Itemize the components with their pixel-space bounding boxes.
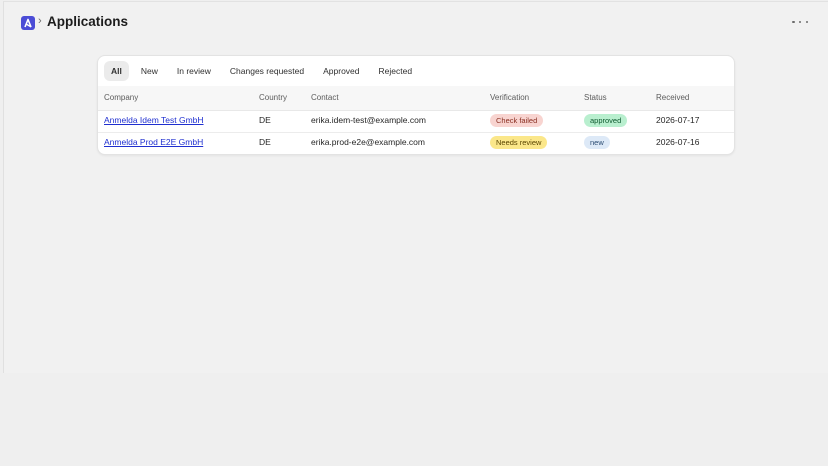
country-cell: DE: [259, 115, 271, 125]
more-horizontal-icon: [792, 20, 795, 24]
app-window: › Applications All New In review Changes…: [3, 1, 828, 374]
tab-in-review[interactable]: In review: [170, 61, 218, 81]
app-logo-icon[interactable]: [21, 16, 35, 30]
table-row[interactable]: Anmelda Prod E2E GmbH DE erika.prod-e2e@…: [98, 132, 734, 154]
verification-badge: Check failed: [490, 114, 544, 127]
status-badge: new: [584, 136, 610, 149]
more-horizontal-icon: [805, 20, 808, 24]
tab-all[interactable]: All: [104, 61, 129, 81]
more-options-button[interactable]: [792, 16, 808, 28]
column-header-country: Country: [259, 93, 288, 102]
company-link[interactable]: Anmelda Idem Test GmbH: [104, 115, 204, 125]
contact-cell: erika.idem-test@example.com: [311, 115, 426, 125]
tab-rejected[interactable]: Rejected: [372, 61, 420, 81]
column-header-received: Received: [656, 93, 690, 102]
company-link[interactable]: Anmelda Prod E2E GmbH: [104, 137, 203, 147]
breadcrumb-separator: ›: [38, 15, 42, 27]
status-filter-tabs: All New In review Changes requested Appr…: [104, 61, 424, 81]
table-row[interactable]: Anmelda Idem Test GmbH DE erika.idem-tes…: [98, 110, 734, 133]
verification-badge: Needs review: [490, 136, 548, 149]
table-header: Company Country Contact Verification Sta…: [98, 86, 734, 111]
tab-changes-requested[interactable]: Changes requested: [223, 61, 311, 81]
page-title: Applications: [47, 14, 129, 29]
contact-cell: erika.prod-e2e@example.com: [311, 137, 425, 147]
column-header-contact: Contact: [311, 93, 339, 102]
empty-lower-area: [0, 373, 828, 466]
column-header-verification: Verification: [490, 93, 530, 102]
logo-glyph: [24, 18, 32, 28]
received-date-cell: 2026-07-17: [656, 115, 700, 125]
applications-card: All New In review Changes requested Appr…: [97, 55, 735, 155]
status-badge: approved: [584, 114, 628, 127]
more-horizontal-icon: [798, 20, 802, 24]
country-cell: DE: [259, 137, 271, 147]
received-date-cell: 2026-07-16: [656, 137, 700, 147]
column-header-status: Status: [584, 93, 607, 102]
column-header-company: Company: [104, 93, 139, 102]
tab-new[interactable]: New: [134, 61, 165, 81]
tab-approved[interactable]: Approved: [316, 61, 366, 81]
